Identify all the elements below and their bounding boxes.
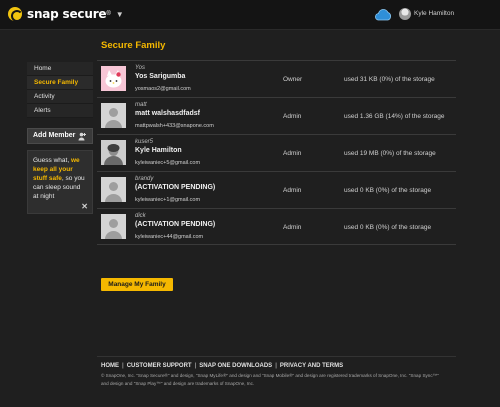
add-member-label: Add Member [33, 132, 76, 139]
member-alias: dick [135, 213, 146, 219]
member-row: brandy (ACTIVATION PENDING) kyleiwaniec+… [97, 171, 456, 208]
member-email: kyleiwaniec+5@gmail.com [135, 160, 201, 166]
default-avatar-icon [101, 214, 126, 239]
member-email: kyleiwaniec+1@gmail.com [135, 197, 201, 203]
brand-logo[interactable]: snap secure ® ▼ [8, 7, 124, 22]
member-row: dick (ACTIVATION PENDING) kyleiwaniec+44… [97, 208, 456, 245]
member-name[interactable]: Kyle Hamilton [135, 147, 182, 154]
top-bar: snap secure ® ▼ Kyle Hamilton [0, 0, 500, 30]
footer-link-downloads[interactable]: SNAP ONE DOWNLOADS [199, 363, 272, 369]
sidebar-item-secure-family[interactable]: Secure Family [27, 76, 93, 90]
cloud-icon[interactable] [374, 8, 392, 21]
add-member-button[interactable]: Add Member [27, 128, 93, 144]
kitty-avatar-icon [101, 66, 126, 91]
sidebar-item-activity[interactable]: Activity [27, 90, 93, 104]
member-role: Owner [283, 76, 303, 83]
footer-divider [97, 356, 456, 357]
footer-separator: | [122, 363, 124, 369]
member-alias: brandy [135, 176, 154, 182]
sidebar: Home Secure Family Activity Alerts Add M… [27, 62, 93, 214]
user-name[interactable]: Kyle Hamilton [414, 10, 454, 17]
member-role: Admin [283, 113, 302, 120]
chevron-down-icon[interactable]: ▼ [116, 10, 124, 19]
member-alias: matt [135, 102, 147, 108]
footer-legal-text: © SnapOne, Inc. "Snap Secure®" and desig… [101, 372, 461, 388]
member-storage: used 0 KB (0%) of the storage [344, 187, 432, 194]
member-name[interactable]: (ACTIVATION PENDING) [135, 221, 215, 228]
member-alias: kuser5 [135, 139, 154, 145]
tip-text-start: Guess what, [33, 157, 71, 164]
member-email: yosmaos2@gmail.com [135, 86, 191, 92]
brand-name: snap secure [27, 7, 107, 21]
footer-link-privacy[interactable]: PRIVACY AND TERMS [280, 363, 343, 369]
legal-line: and design and "Snap Play™" and design a… [101, 381, 255, 386]
member-row: kuser5 Kyle Hamilton kyleiwaniec+5@gmail… [97, 134, 456, 171]
default-avatar-icon [101, 177, 126, 202]
sidebar-item-alerts[interactable]: Alerts [27, 104, 93, 118]
page-title: Secure Family [101, 40, 166, 51]
brand-registered-mark: ® [106, 11, 111, 17]
snap-logo-icon [8, 7, 23, 22]
tip-box: Guess what, we keep all your stuff safe,… [27, 150, 93, 214]
member-storage: used 0 KB (0%) of the storage [344, 224, 432, 231]
footer-links: HOME | CUSTOMER SUPPORT | SNAP ONE DOWNLOADS… [101, 363, 343, 369]
member-row: matt matt walshasdfadsf mattpwalsh+433@s… [97, 97, 456, 134]
close-icon[interactable]: ✕ [81, 202, 88, 211]
member-role: Admin [283, 224, 302, 231]
default-avatar-icon [101, 103, 126, 128]
footer-link-customer-support[interactable]: CUSTOMER SUPPORT [127, 363, 192, 369]
member-storage: used 19 MB (0%) of the storage [344, 150, 436, 157]
member-email: mattpwalsh+433@snapone.com [135, 123, 214, 129]
member-role: Admin [283, 187, 302, 194]
member-email: kyleiwaniec+44@gmail.com [135, 234, 204, 240]
member-role: Admin [283, 150, 302, 157]
member-row: Yos Yos Sarigumba yosmaos2@gmail.com Own… [97, 60, 456, 97]
member-storage: used 31 KB (0%) of the storage [344, 76, 435, 83]
member-list: Yos Yos Sarigumba yosmaos2@gmail.com Own… [97, 60, 456, 245]
footer-separator: | [275, 363, 277, 369]
member-name[interactable]: (ACTIVATION PENDING) [135, 184, 215, 191]
sidebar-item-home[interactable]: Home [27, 62, 93, 76]
manage-family-button[interactable]: Manage My Family [101, 278, 173, 291]
member-alias: Yos [135, 65, 146, 71]
footer-separator: | [194, 363, 197, 369]
member-name[interactable]: matt walshasdfadsf [135, 110, 200, 117]
member-name[interactable]: Yos Sarigumba [135, 73, 185, 80]
legal-line: © SnapOne, Inc. "Snap Secure®" and desig… [101, 373, 439, 378]
photo-avatar-icon [101, 140, 126, 165]
add-user-icon [78, 132, 86, 141]
member-storage: used 1.36 GB (14%) of the storage [344, 113, 445, 120]
footer-link-home[interactable]: HOME [101, 363, 119, 369]
user-avatar[interactable] [399, 8, 411, 20]
